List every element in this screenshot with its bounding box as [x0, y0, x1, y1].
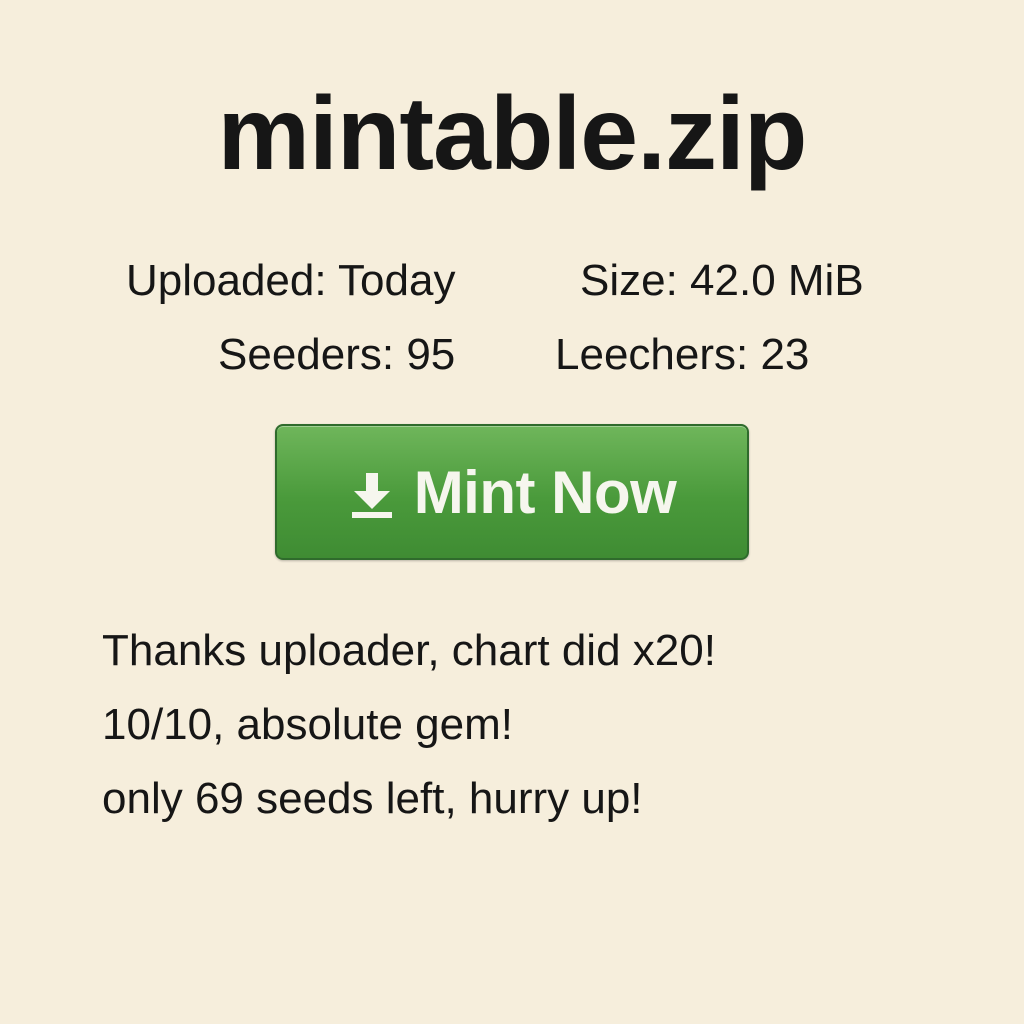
mint-now-button[interactable]: Mint Now — [275, 424, 749, 560]
comment-list: Thanks uploader, chart did x20! 10/10, a… — [102, 614, 716, 836]
uploaded-info: Uploaded: Today — [126, 256, 456, 305]
comment: Thanks uploader, chart did x20! — [102, 626, 716, 675]
file-title: mintable.zip — [217, 76, 808, 192]
comment: 10/10, absolute gem! — [102, 700, 513, 749]
download-icon — [351, 473, 392, 518]
seeders-info: Seeders: 95 — [218, 330, 456, 379]
leechers-info: Leechers: 23 — [555, 330, 810, 379]
size-info: Size: 42.0 MiB — [580, 256, 864, 305]
mint-now-label: Mint Now — [413, 458, 677, 526]
comment: only 69 seeds left, hurry up! — [102, 774, 643, 823]
